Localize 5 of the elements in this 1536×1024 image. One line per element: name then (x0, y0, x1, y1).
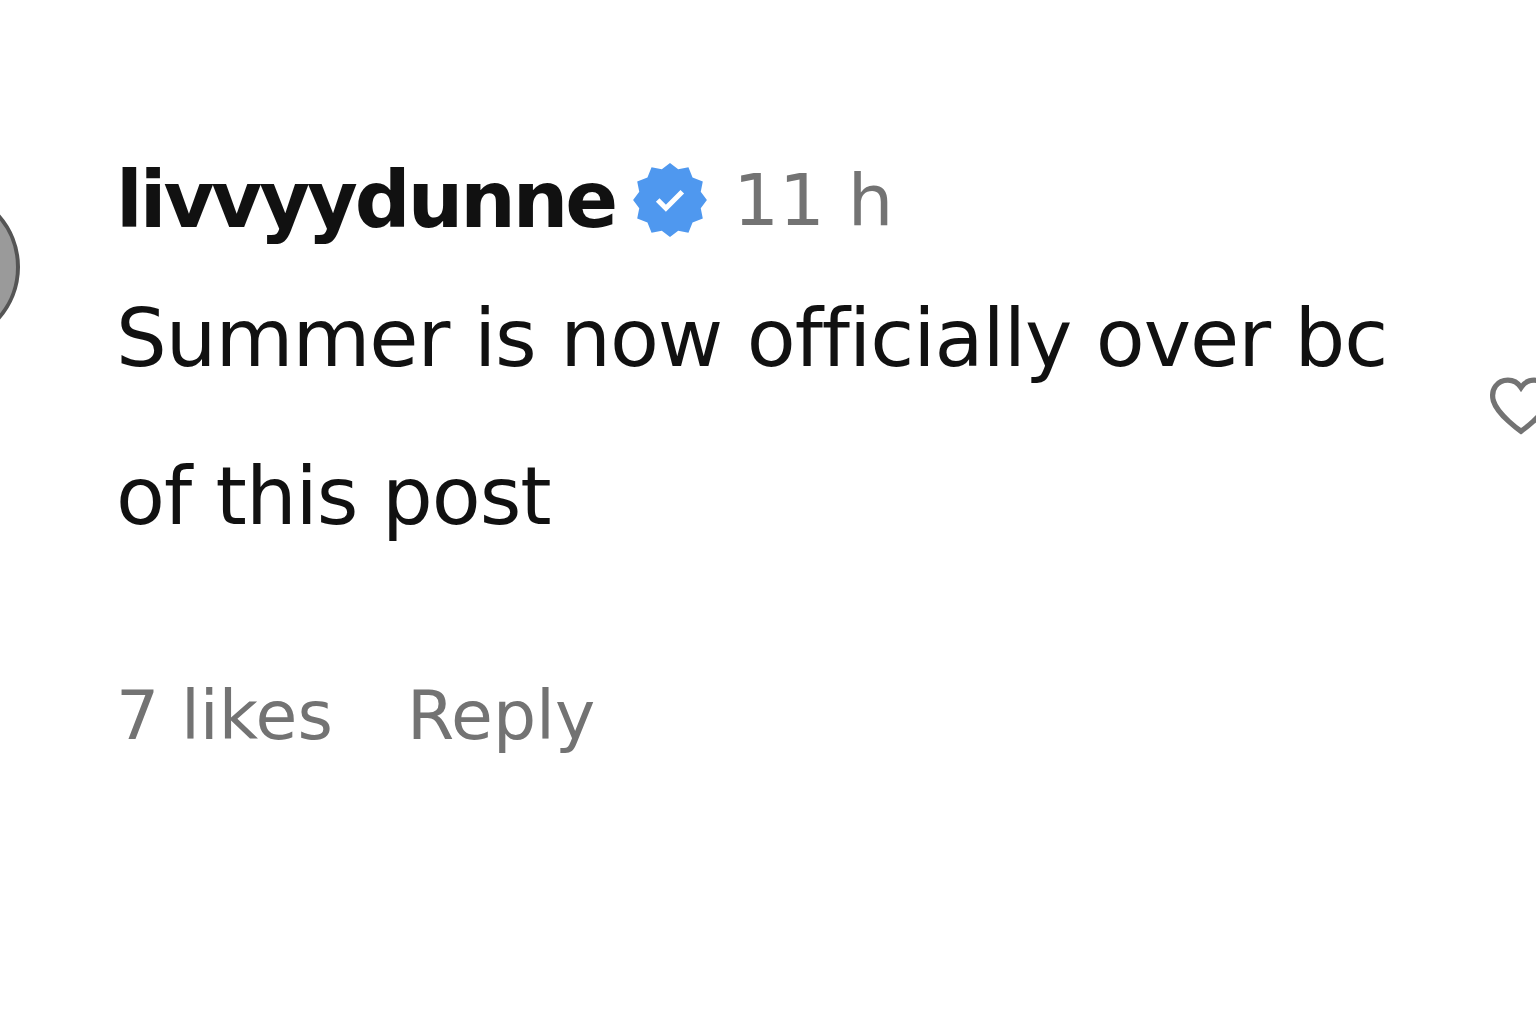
username[interactable]: livvyydunne (116, 155, 616, 245)
timestamp: 11 h (733, 158, 894, 242)
comment-text: Summer is now officially over bc of this post (116, 291, 1389, 545)
reply-button[interactable]: Reply (406, 676, 596, 755)
likes-count[interactable]: 7 likes (116, 676, 333, 755)
